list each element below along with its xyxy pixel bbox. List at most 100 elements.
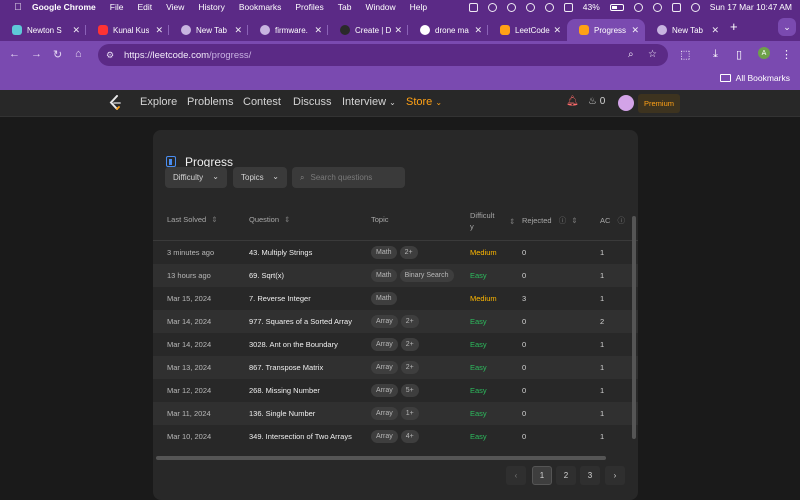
menu-file[interactable]: File	[110, 2, 124, 12]
new-tab-plus-icon[interactable]: +	[730, 19, 738, 34]
question-link[interactable]: 136. Single Number	[249, 409, 315, 418]
horizontal-scrollbar[interactable]	[156, 456, 606, 460]
download-icon[interactable]: ⤓	[713, 48, 718, 61]
menu-help[interactable]: Help	[410, 2, 427, 12]
home-icon[interactable]: ⌂	[75, 48, 82, 60]
search-input[interactable]	[310, 173, 396, 182]
zoom-search-icon[interactable]: ⌕	[628, 49, 634, 60]
topic-tag[interactable]: 5+	[400, 384, 419, 397]
close-icon[interactable]: ✕	[711, 25, 719, 36]
page-1-button[interactable]: 1	[532, 466, 552, 485]
question-link[interactable]: 3028. Ant on the Boundary	[249, 340, 338, 349]
tab-youtube[interactable]: Kunal Kus ✕	[86, 19, 169, 41]
nav-explore[interactable]: Explore	[140, 96, 177, 108]
topics-dropdown[interactable]: Topics ⌄	[233, 167, 287, 188]
page-3-button[interactable]: 3	[580, 466, 600, 485]
topic-tag[interactable]: Array	[371, 338, 398, 351]
topic-tag[interactable]: 2+	[400, 315, 419, 328]
topic-tag[interactable]: 1+	[400, 407, 419, 420]
question-link[interactable]: 867. Transpose Matrix	[249, 363, 323, 372]
table-row[interactable]: Mar 11, 2024 136. Single Number Array 1+ Eas…	[153, 402, 638, 425]
tab-leetcode[interactable]: LeetCode ✕	[488, 19, 567, 41]
topic-tag[interactable]: 2+	[400, 338, 419, 351]
column-header-last-solved[interactable]: Last Solved ⇕	[167, 215, 218, 224]
menu-tab[interactable]: Tab	[338, 2, 352, 12]
close-icon[interactable]: ✕	[394, 25, 402, 36]
table-row[interactable]: Mar 12, 2024 268. Missing Number Array 5+ Ea…	[153, 379, 638, 402]
column-header-ac[interactable]: AC ⓘ	[600, 215, 625, 226]
tab-new-tab[interactable]: New Tab ✕	[169, 19, 248, 41]
nav-contest[interactable]: Contest	[243, 96, 281, 108]
tab-newton[interactable]: Newton S ✕	[0, 19, 86, 41]
record-icon[interactable]	[487, 2, 497, 12]
nav-store[interactable]: Store ⌄	[406, 96, 442, 108]
reload-icon[interactable]: ↻	[53, 48, 62, 61]
menu-view[interactable]: View	[166, 2, 184, 12]
spotlight-icon[interactable]	[652, 2, 662, 12]
next-page-button[interactable]: ›	[605, 466, 625, 485]
question-link[interactable]: 977. Squares of a Sorted Array	[249, 317, 352, 326]
clock[interactable]: Sun 17 Mar 10:47 AM	[710, 2, 792, 12]
topic-tag[interactable]: Math	[371, 292, 397, 305]
close-icon[interactable]: ✕	[314, 25, 322, 36]
topic-tag[interactable]: Binary Search	[399, 269, 454, 282]
leetcode-logo-icon[interactable]	[108, 95, 122, 111]
tab-drone[interactable]: drone ma ✕	[408, 19, 488, 41]
url-text[interactable]: https://leetcode.com/progress/	[124, 50, 251, 61]
table-row[interactable]: 3 minutes ago 43. Multiply Strings Math 2+ M…	[153, 241, 638, 264]
menu-window[interactable]: Window	[365, 2, 395, 12]
nav-problems[interactable]: Problems	[187, 96, 233, 108]
wifi-icon[interactable]	[633, 2, 643, 12]
column-header-difficulty[interactable]: Difficult ⇕ y	[470, 210, 515, 232]
question-link[interactable]: 268. Missing Number	[249, 386, 320, 395]
question-link[interactable]: 69. Sqrt(x)	[249, 271, 284, 280]
question-link[interactable]: 7. Reverse Integer	[249, 294, 311, 303]
close-icon[interactable]: ✕	[155, 25, 163, 36]
vertical-scrollbar[interactable]	[632, 216, 636, 439]
nav-discuss[interactable]: Discuss	[293, 96, 332, 108]
topic-tag[interactable]: Array	[371, 315, 398, 328]
apple-icon[interactable]: 	[12, 1, 24, 13]
question-link[interactable]: 43. Multiply Strings	[249, 248, 312, 257]
tab-new-tab-2[interactable]: New Tab ✕	[645, 19, 725, 41]
extensions-icon[interactable]: ⬚	[680, 48, 690, 61]
topic-tag[interactable]: Array	[371, 430, 398, 443]
difficulty-dropdown[interactable]: Difficulty ⌄	[165, 167, 227, 188]
notification-bell-icon[interactable]: 🔔︎	[566, 96, 579, 107]
control-center-icon[interactable]	[671, 2, 681, 12]
bluetooth-icon[interactable]	[563, 2, 573, 12]
question-link[interactable]: 349. Intersection of Two Arrays	[249, 432, 352, 441]
search-box[interactable]: ⌕	[292, 167, 405, 188]
topic-tag[interactable]: 4+	[400, 430, 419, 443]
close-icon[interactable]: ✕	[72, 25, 80, 36]
tab-search-chevron-icon[interactable]: ⌄	[778, 18, 796, 36]
menu-profiles[interactable]: Profiles	[295, 2, 323, 12]
topic-tag[interactable]: 2+	[399, 246, 418, 259]
tab-progress[interactable]: Progress ✕	[567, 19, 645, 41]
tab-firmware[interactable]: firmware. ✕	[248, 19, 328, 41]
close-icon[interactable]: ✕	[234, 25, 242, 36]
nav-interview[interactable]: Interview ⌄	[342, 96, 396, 108]
menubar-app-name[interactable]: Google Chrome	[32, 2, 96, 12]
topic-tag[interactable]: Math	[371, 246, 397, 259]
chrome-menu-icon[interactable]: ⋮	[781, 48, 792, 61]
premium-button[interactable]: Premium	[638, 94, 680, 113]
all-bookmarks-button[interactable]: All Bookmarks	[719, 73, 790, 83]
siri-icon[interactable]	[690, 2, 700, 12]
dollar-icon[interactable]	[544, 2, 554, 12]
table-row[interactable]: Mar 14, 2024 3028. Ant on the Boundary Arr…	[153, 333, 638, 356]
menu-history[interactable]: History	[198, 2, 224, 12]
menu-bookmarks[interactable]: Bookmarks	[239, 2, 282, 12]
forward-arrow-icon[interactable]: →	[31, 48, 42, 60]
menu-edit[interactable]: Edit	[137, 2, 152, 12]
topic-tag[interactable]: Math	[371, 269, 397, 282]
streak-counter[interactable]: ♨ 0	[588, 96, 605, 107]
profile-avatar[interactable]: A	[758, 47, 770, 59]
topic-tag[interactable]: Array	[371, 384, 398, 397]
address-bar[interactable]: ⚙ https://leetcode.com/progress/ ⌕ ☆	[98, 44, 668, 66]
table-row[interactable]: Mar 10, 2024 349. Intersection of Two Arr…	[153, 425, 638, 448]
table-row[interactable]: Mar 15, 2024 7. Reverse Integer Math Medium…	[153, 287, 638, 310]
topic-tag[interactable]: Array	[371, 407, 398, 420]
user-avatar[interactable]	[618, 95, 634, 111]
prev-page-button[interactable]: ‹	[506, 466, 526, 485]
